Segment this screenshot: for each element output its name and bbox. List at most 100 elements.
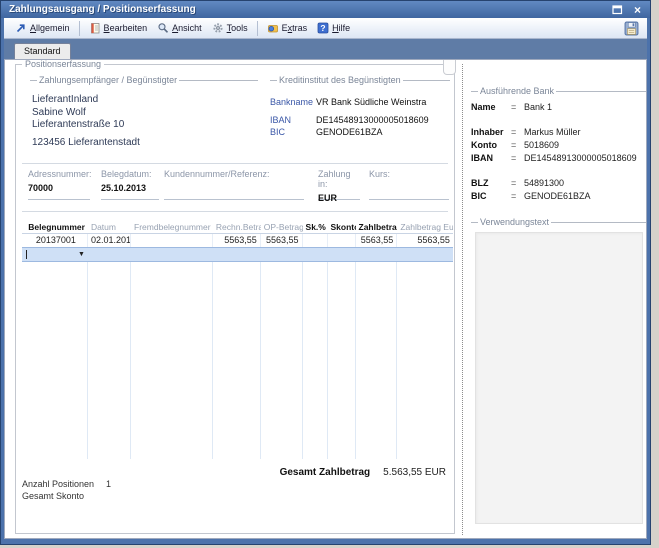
skonto-total-label: Gesamt Skonto [22, 491, 84, 501]
usage-text-area[interactable] [475, 232, 643, 524]
menu-item-bearbeiten[interactable]: Bearbeiten [84, 18, 153, 38]
payee-street: Lieferantenstraße 10 [32, 119, 258, 132]
group-label: Positionserfassung [22, 59, 104, 69]
bank-field-label: Konto [471, 139, 511, 152]
column-header-zahlbetrag[interactable]: Zahlbetrag [356, 222, 398, 232]
app-window: Zahlungsausgang / Positionserfassung × A… [0, 0, 651, 545]
field-zahlung-in: Zahlung in: EUR [318, 169, 360, 200]
menubar: Allgemein Bearbeiten Ansicht Tools Extras?Hi… [4, 18, 647, 39]
panel-splitter[interactable] [462, 64, 463, 535]
bank-field-row-blz: BLZ=54891300 [471, 177, 647, 190]
bank-institute-group-title: Kreditinstitut des Begünstigten [279, 75, 401, 85]
menu-label: Ansicht [172, 23, 202, 33]
bank-field-value: 5018609 [524, 139, 559, 152]
table-cell-sk[interactable] [303, 234, 328, 247]
bank-field-label: Name [471, 101, 511, 114]
allgemein-icon [15, 22, 27, 34]
executing-bank-fields: Name=Bank 1 Inhaber=Markus MüllerKonto=50… [471, 101, 647, 203]
table-cell-fremdbelegnummer[interactable] [131, 248, 213, 261]
column-header-zahlbetrag-euro[interactable]: Zahlbetrag Euro [397, 222, 453, 232]
ansicht-icon [157, 22, 169, 34]
bearbeiten-icon [89, 22, 101, 34]
usage-text-group-label: Verwendungstext [471, 217, 647, 227]
table-cell-rechn-betrag[interactable] [213, 248, 261, 261]
column-header-rechn-betrag[interactable]: Rechn.Betrag [213, 222, 261, 232]
table-cell-datum[interactable]: 02.01.2013 [88, 234, 131, 247]
executing-bank-group-title: Ausführende Bank [480, 86, 554, 96]
table-cell-rechn-betrag[interactable]: 5563,55 [213, 234, 261, 247]
window-controls: × [611, 4, 644, 16]
menu-item-extras[interactable]: Extras [262, 18, 313, 38]
table-row[interactable]: 2013700102.01.20135563,555563,555563,555… [22, 234, 453, 247]
menu-item-allgemein[interactable]: Allgemein [10, 18, 75, 38]
close-icon[interactable]: × [631, 4, 644, 16]
bank-field-value: Bank 1 [524, 101, 552, 114]
total-line: Gesamt Zahlbetrag 5.563,55 EUR [280, 467, 446, 478]
belegdatum-input[interactable]: 25.10.2013 [101, 183, 159, 193]
bic-value: GENODE61BZA [316, 126, 383, 138]
bank-field-label: BIC [471, 190, 511, 203]
table-cell-op-betrag[interactable] [261, 248, 303, 261]
column-header-datum[interactable]: Datum [88, 222, 131, 232]
restore-window-icon[interactable] [611, 4, 624, 16]
iban-value: DE14548913000005018609 [316, 114, 429, 126]
bank-field-value: GENODE61BZA [524, 190, 591, 203]
window-title: Zahlungsausgang / Positionserfassung [9, 4, 611, 15]
payee-contact: Sabine Wolf [32, 107, 258, 120]
payee-section: Zahlungsempfänger / Begünstigter Liefera… [30, 75, 258, 149]
table-grid [22, 262, 453, 459]
column-header-fremdbelegnummer[interactable]: Fremdbelegnummer [131, 222, 213, 232]
menu-item-ansicht[interactable]: Ansicht [152, 18, 207, 38]
table-cell-zahlbetrag-euro[interactable]: 5563,55 [397, 234, 453, 247]
menu-item-hilfe[interactable]: ?Hilfe [312, 18, 355, 38]
tab-standard[interactable]: Standard [14, 43, 71, 59]
grid-column [213, 262, 261, 459]
positions-table-body: 2013700102.01.20135563,555563,555563,555… [22, 234, 453, 262]
bankname-label: Bankname [270, 96, 316, 108]
table-cell-skonto[interactable] [328, 234, 356, 247]
table-cell-belegnummer[interactable]: 20137001 [22, 234, 88, 247]
selected-entry-row[interactable]: ▼ [22, 247, 453, 262]
payee-group-title: Zahlungsempfänger / Begünstigter [39, 75, 177, 85]
table-cell-zahlbetrag-euro[interactable] [397, 248, 453, 261]
table-cell-op-betrag[interactable]: 5563,55 [261, 234, 303, 247]
zahlung-in-input[interactable]: EUR [318, 193, 360, 203]
menu-label: Hilfe [332, 23, 350, 33]
field-kundennummer: Kundennummer/Referenz: [164, 169, 304, 200]
positions-count-label: Anzahl Positionen [22, 479, 94, 489]
titlebar: Zahlungsausgang / Positionserfassung × [1, 1, 650, 18]
positions-table: BelegnummerDatumFremdbelegnummerRechn.Be… [22, 221, 453, 459]
positions-table-header: BelegnummerDatumFremdbelegnummerRechn.Be… [22, 221, 453, 234]
menu-item-tools[interactable]: Tools [207, 18, 253, 38]
table-cell-belegnummer[interactable]: ▼ [22, 248, 88, 261]
table-cell-datum[interactable] [88, 248, 131, 261]
bank-field-row-name: Name=Bank 1 [471, 101, 647, 114]
table-cell-zahlbetrag[interactable] [356, 248, 398, 261]
scrollbar-thumb[interactable] [443, 60, 456, 75]
bank-field-row-konto: Konto=5018609 [471, 139, 647, 152]
menu-separator [79, 21, 80, 36]
dropdown-arrow-icon[interactable]: ▼ [78, 250, 85, 259]
bank-field-value: 54891300 [524, 177, 564, 190]
bank-field-value: Markus Müller [524, 126, 581, 139]
content-area: Positionserfassung Zahlungsempfänger / B… [4, 59, 647, 539]
column-header-sk[interactable]: Sk.% [303, 222, 328, 232]
executing-bank-group-label: Ausführende Bank [471, 86, 647, 96]
column-header-skonto[interactable]: Skonto [328, 222, 356, 232]
table-cell-fremdbelegnummer[interactable] [131, 234, 213, 247]
sidebar: Ausführende Bank Name=Bank 1 Inhaber=Mark… [471, 64, 647, 534]
table-cell-skonto[interactable] [328, 248, 356, 261]
table-cell-sk[interactable] [303, 248, 328, 261]
field-label: Belegdatum: [101, 169, 159, 179]
iban-label: IBAN [270, 114, 316, 126]
column-header-op-betrag[interactable]: OP-Betrag [261, 222, 303, 232]
extras-icon [267, 22, 279, 34]
bank-field-row-inhaber: Inhaber=Markus Müller [471, 126, 647, 139]
column-header-belegnummer[interactable]: Belegnummer [22, 222, 88, 232]
adressnummer-input[interactable]: 70000 [28, 183, 90, 193]
grid-column [328, 262, 356, 459]
equals-sign: = [511, 126, 524, 139]
save-icon[interactable] [624, 21, 639, 36]
menu-label: Bearbeiten [104, 23, 148, 33]
table-cell-zahlbetrag[interactable]: 5563,55 [356, 234, 398, 247]
